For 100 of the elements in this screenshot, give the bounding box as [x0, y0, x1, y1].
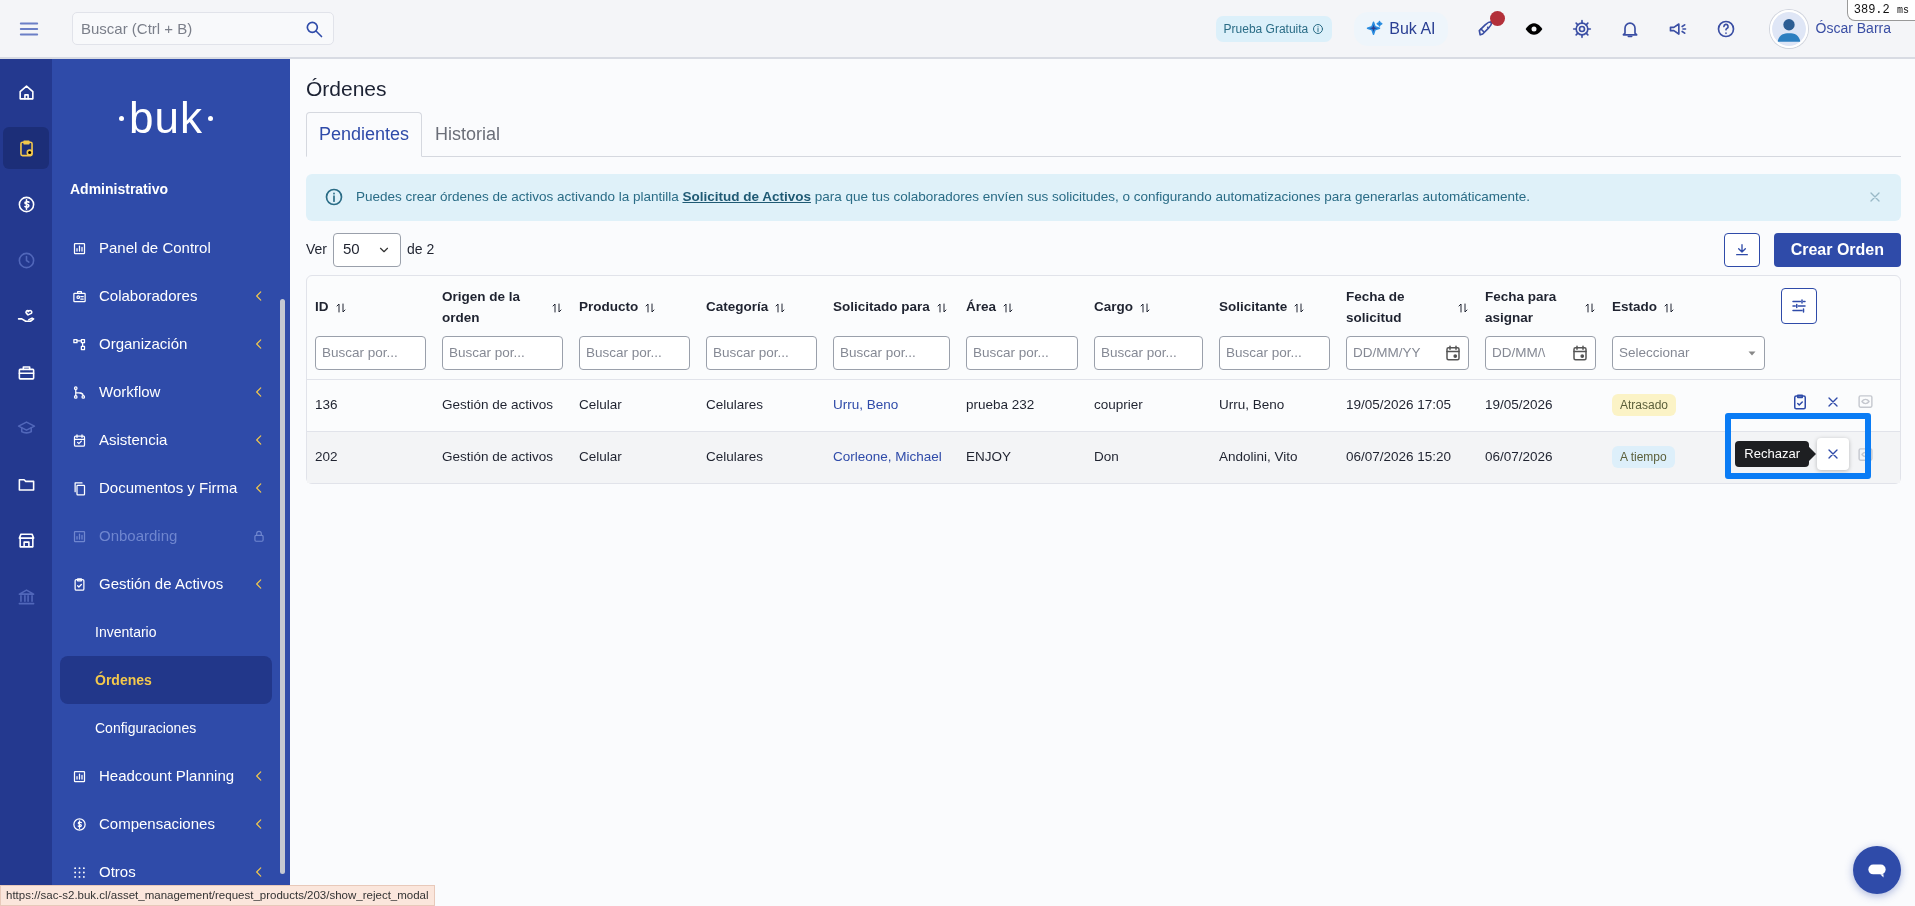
filter-field[interactable]: Buscar por...	[1219, 335, 1330, 370]
column-header[interactable]: Origen de la orden	[442, 287, 539, 328]
column-settings-button[interactable]	[1781, 287, 1817, 324]
trial-badge[interactable]: Prueba Gratuita	[1215, 15, 1333, 42]
documents-icon	[72, 480, 87, 496]
page-count: de 2	[407, 240, 435, 259]
chat-button[interactable]	[1853, 846, 1901, 894]
table-cell: Don	[1094, 449, 1119, 465]
dollar-icon	[72, 816, 87, 832]
home-icon[interactable]	[16, 82, 36, 102]
table-cell: 06/07/2026	[1485, 449, 1553, 465]
logo: buk	[119, 59, 213, 179]
table-cell: Celulares	[706, 396, 764, 412]
table-cell: Celulares	[706, 449, 764, 465]
filter-field[interactable]: Buscar por...	[315, 335, 426, 370]
submenu-item[interactable]: Inventario	[60, 608, 272, 656]
scrollbar[interactable]	[280, 299, 285, 874]
chart-icon	[72, 528, 87, 544]
sidebar-item[interactable]: Panel de Control	[60, 224, 272, 272]
sidebar-item[interactable]: Gestión de Activos	[60, 560, 272, 608]
chart-icon	[72, 768, 87, 784]
sidebar-item[interactable]: Colaboradores	[60, 272, 272, 320]
filter-field[interactable]: Buscar por...	[833, 335, 950, 370]
status-badge: Atrasado	[1612, 393, 1677, 416]
calendar-icon[interactable]	[1444, 343, 1462, 362]
column-header[interactable]: Categoría	[706, 297, 769, 318]
sidebar-item[interactable]: Documentos y Firma	[60, 464, 272, 512]
page-size-select[interactable]: 50	[333, 232, 401, 267]
pager-label: Ver	[306, 240, 327, 259]
tooltip-pointer-icon	[1809, 447, 1816, 462]
status-badge: A tiempo	[1612, 446, 1675, 469]
sparkle-icon	[1366, 19, 1385, 38]
table-cell: 06/07/2026 15:20	[1346, 449, 1452, 465]
filter-field[interactable]: Buscar por...	[966, 335, 1078, 370]
performance-badge: 389.2 ms	[1846, 0, 1915, 21]
submenu-item[interactable]: Configuraciones	[60, 704, 272, 752]
sidebar-item[interactable]: Headcount Planning	[60, 752, 272, 800]
date-field[interactable]: DD/MM/YY	[1346, 335, 1469, 370]
column-header[interactable]: Cargo	[1094, 297, 1133, 318]
tab[interactable]: Historial	[422, 111, 514, 157]
avatar-icon	[1769, 9, 1808, 48]
tab[interactable]: Pendientes	[306, 111, 423, 157]
hierarchy-icon	[72, 336, 87, 352]
sidebar-item[interactable]: Asistencia	[60, 416, 272, 464]
column-header[interactable]: Fecha de solicitud	[1346, 287, 1445, 328]
table-cell: 136	[315, 396, 338, 412]
table-cell: couprier	[1094, 396, 1143, 412]
filter-field[interactable]: Buscar por...	[579, 335, 690, 370]
rail-item[interactable]	[3, 127, 49, 169]
info-icon	[324, 187, 344, 207]
link-url-tooltip: https://sac-s2.buk.cl/asset_management/request_products/203/show_reject_modal	[0, 884, 435, 906]
column-header[interactable]: Producto	[579, 297, 639, 318]
table-cell: prueba 232	[966, 396, 1035, 412]
ai-button[interactable]: Buk AI	[1354, 11, 1448, 46]
sliders-icon	[1790, 296, 1808, 315]
clipboard-check-icon	[72, 576, 87, 592]
filter-field[interactable]: Buscar por...	[706, 335, 817, 370]
filter-select[interactable]: Seleccionar	[1612, 335, 1765, 370]
section-title: Administrativo	[69, 180, 169, 199]
column-header[interactable]: Área	[966, 297, 997, 318]
calendar-icon[interactable]	[1571, 343, 1589, 362]
column-header[interactable]: Solicitante	[1219, 297, 1288, 318]
person-link[interactable]: Urru, Beno	[833, 396, 899, 412]
column-header[interactable]: ID	[315, 297, 329, 318]
settings-icon[interactable]	[1571, 18, 1592, 39]
workflow-icon	[72, 384, 87, 400]
table-cell: Gestión de activos	[442, 449, 554, 465]
sidebar-item[interactable]: Organización	[60, 320, 272, 368]
lock-icon	[252, 529, 266, 543]
chart-icon	[72, 240, 87, 256]
alert-text: Puedes crear órdenes de activos activando la plantilla Solicitud de Activos para que tus colaboradores envíen sus solicitudes, o configurando automatizaciones para generarlas automáticamente.	[356, 187, 1530, 206]
download-button[interactable]	[1723, 232, 1760, 267]
page-title: Órdenes	[306, 76, 388, 102]
column-header[interactable]: Fecha para asignar	[1485, 287, 1574, 328]
sidebar-item[interactable]: Compensaciones	[60, 800, 272, 848]
search-field[interactable]: Buscar (Ctrl + B)	[72, 12, 334, 45]
filter-field[interactable]: Buscar por...	[1094, 335, 1203, 370]
template-link[interactable]: Solicitud de Activos	[682, 188, 811, 204]
dollar-icon[interactable]	[16, 194, 36, 214]
grid-icon	[72, 864, 87, 880]
table-cell: Celular	[579, 396, 622, 412]
calendar-check-icon	[72, 432, 87, 448]
table-cell: Celular	[579, 449, 622, 465]
filter-field[interactable]: Buscar por...	[442, 335, 563, 370]
column-header[interactable]: Solicitado para	[833, 297, 930, 318]
table-cell: 19/05/2026	[1485, 396, 1553, 412]
store-icon[interactable]	[16, 530, 36, 550]
download-icon	[1733, 241, 1750, 258]
date-field[interactable]: DD/MM/\	[1485, 335, 1596, 370]
clipboard-check-icon[interactable]	[1791, 392, 1809, 411]
table-cell: 19/05/2026 17:05	[1346, 396, 1452, 412]
table-cell: Gestión de activos	[442, 396, 554, 412]
column-header[interactable]: Estado	[1612, 297, 1657, 318]
submenu-item[interactable]: Órdenes	[60, 656, 272, 704]
tooltip: Rechazar	[1735, 441, 1816, 468]
sidebar-item[interactable]: Workflow	[60, 368, 272, 416]
help-icon[interactable]	[1715, 18, 1736, 39]
table-cell: ENJOY	[966, 449, 1011, 465]
table-cell: 202	[315, 449, 338, 465]
create-order-button[interactable]: Crear Orden	[1773, 232, 1901, 267]
